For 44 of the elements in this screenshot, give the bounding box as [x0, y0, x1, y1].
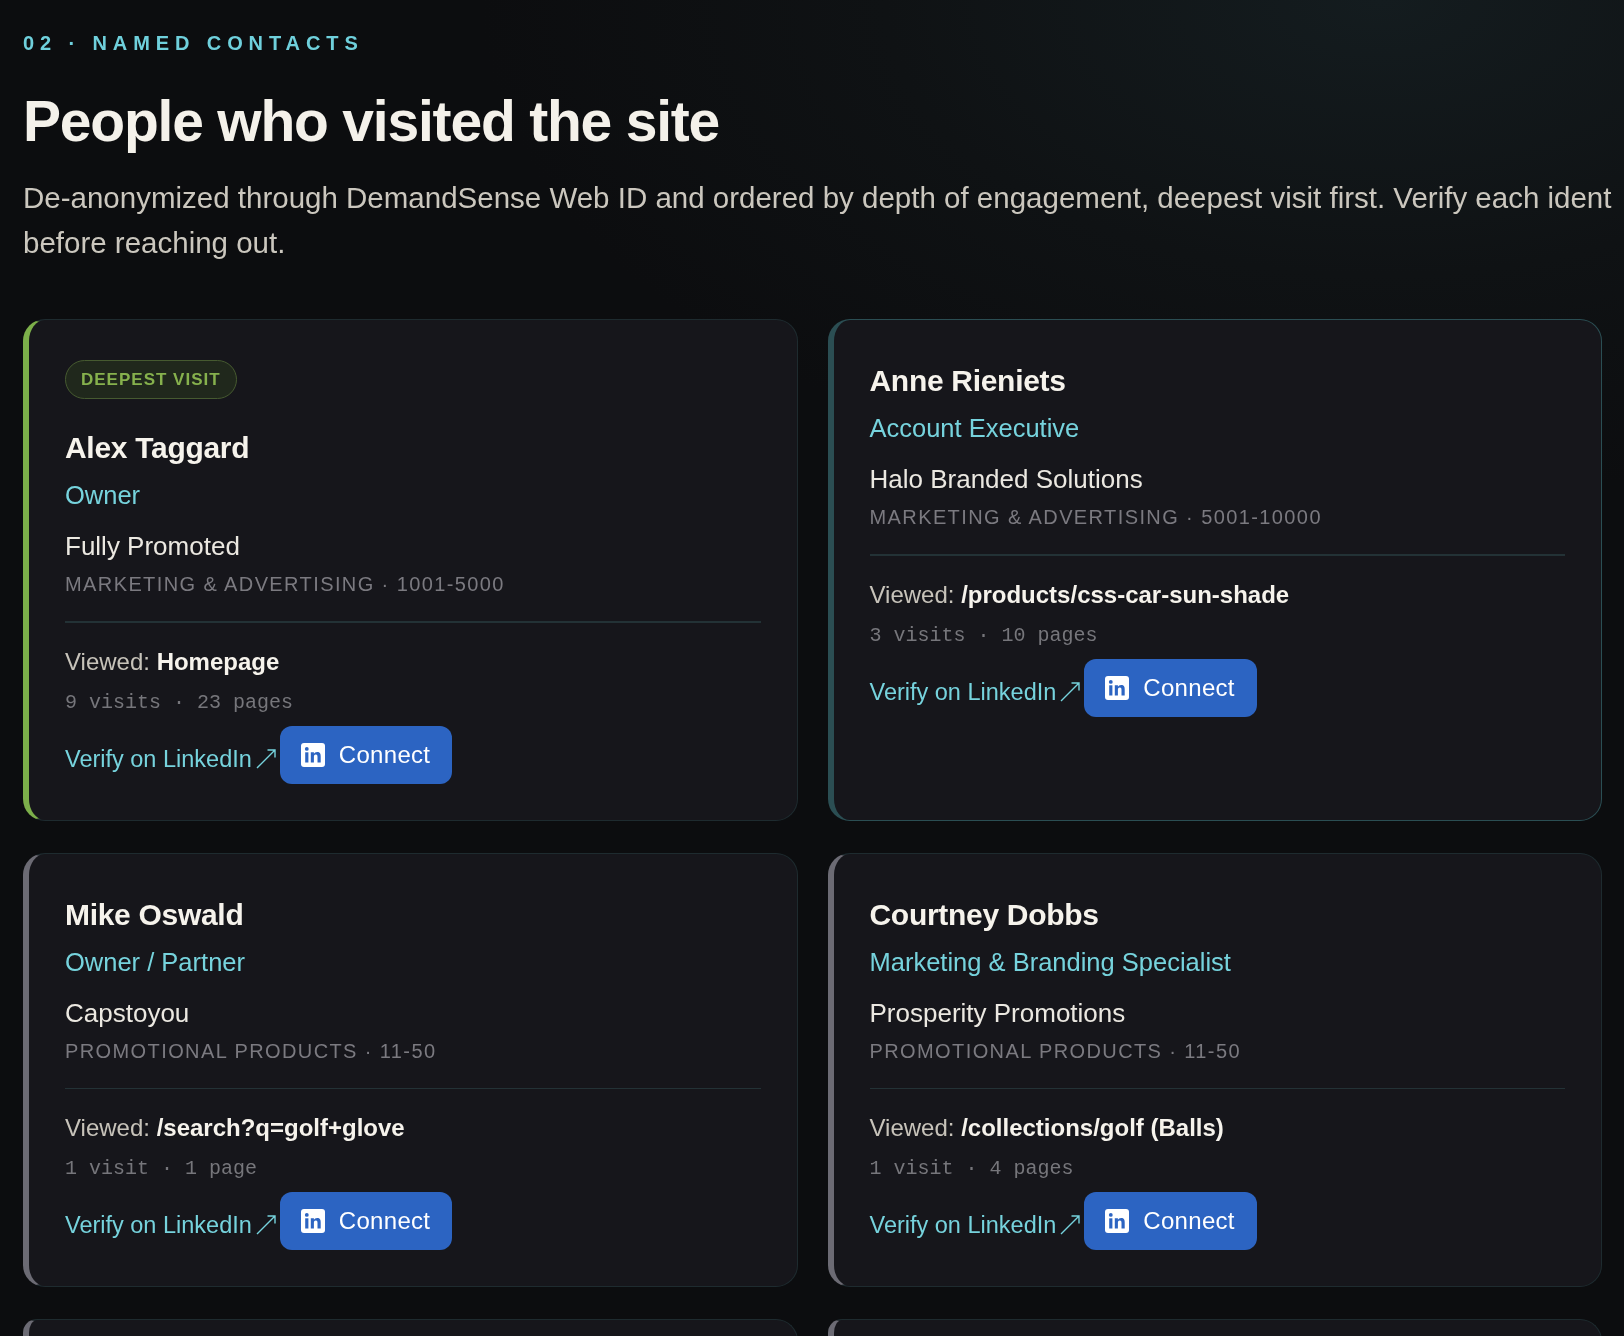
- company-name: Halo Branded Solutions: [869, 463, 1143, 496]
- connect-button[interactable]: Connect: [279, 1192, 453, 1250]
- section-eyebrow: 02 · NAMED CONTACTS: [23, 31, 364, 56]
- visit-stats: 9 visits · 23 pages: [65, 689, 294, 716]
- company-meta: PROMOTIONAL PRODUCTS · 11-50: [65, 1038, 437, 1064]
- contact-name: Mike Oswald: [65, 896, 244, 933]
- external-link-icon: [1060, 681, 1081, 702]
- company-meta: PROMOTIONAL PRODUCTS · 11-50: [869, 1038, 1241, 1064]
- viewed-page: Viewed: /collections/golf (Balls): [869, 1113, 1224, 1143]
- verify-linkedin-link[interactable]: Verify on LinkedIn: [65, 1210, 276, 1240]
- contact-role: Owner / Partner: [65, 946, 245, 978]
- viewed-page: Viewed: /search?q=golf+glove: [65, 1113, 405, 1143]
- external-link-icon: [255, 1215, 276, 1235]
- contact-name: Alex Taggard: [65, 430, 250, 466]
- viewed-page: Viewed: Homepage: [65, 646, 280, 677]
- section-title: People who visited the site: [23, 89, 720, 153]
- verify-linkedin-link[interactable]: Verify on LinkedIn: [869, 1210, 1081, 1240]
- company-name: Fully Promoted: [65, 530, 240, 563]
- linkedin-icon: [300, 1209, 325, 1233]
- linkedin-icon: [1105, 675, 1130, 700]
- verify-linkedin-link[interactable]: Verify on LinkedIn: [869, 676, 1081, 707]
- company-name: Capstoyou: [65, 996, 190, 1030]
- linkedin-icon: [1105, 1209, 1130, 1233]
- visit-stats: 3 visits · 10 pages: [869, 622, 1098, 649]
- viewed-page: Viewed: /products/css-car-sun-shade: [869, 579, 1290, 610]
- deepest-visit-badge: DEEPEST VISIT: [65, 360, 237, 399]
- connect-button[interactable]: Connect: [1084, 1192, 1257, 1250]
- company-meta: MARKETING & ADVERTISING · 5001-10000: [869, 505, 1322, 530]
- contact-name: Courtney Dobbs: [869, 896, 1099, 933]
- linkedin-icon: [300, 742, 325, 767]
- connect-button[interactable]: Connect: [1084, 658, 1257, 717]
- contact-role: Account Executive: [869, 413, 1080, 444]
- verify-linkedin-link[interactable]: Verify on LinkedIn: [65, 743, 276, 774]
- visit-stats: 1 visit · 1 page: [65, 1156, 258, 1182]
- contact-name: Anne Rieniets: [869, 363, 1066, 399]
- section-description: De-anonymized through DemandSense Web ID and ordered by depth of engagement, deepest visit first. Verify each ident before reaching out.: [23, 180, 1612, 261]
- contact-role: Owner: [65, 480, 141, 511]
- external-link-icon: [255, 748, 276, 769]
- external-link-icon: [1060, 1215, 1081, 1235]
- connect-button[interactable]: Connect: [279, 725, 453, 784]
- company-name: Prosperity Promotions: [869, 996, 1126, 1030]
- contact-role: Marketing & Branding Specialist: [869, 946, 1231, 978]
- visit-stats: 1 visit · 4 pages: [869, 1156, 1074, 1182]
- company-meta: MARKETING & ADVERTISING · 1001-5000: [65, 572, 505, 597]
